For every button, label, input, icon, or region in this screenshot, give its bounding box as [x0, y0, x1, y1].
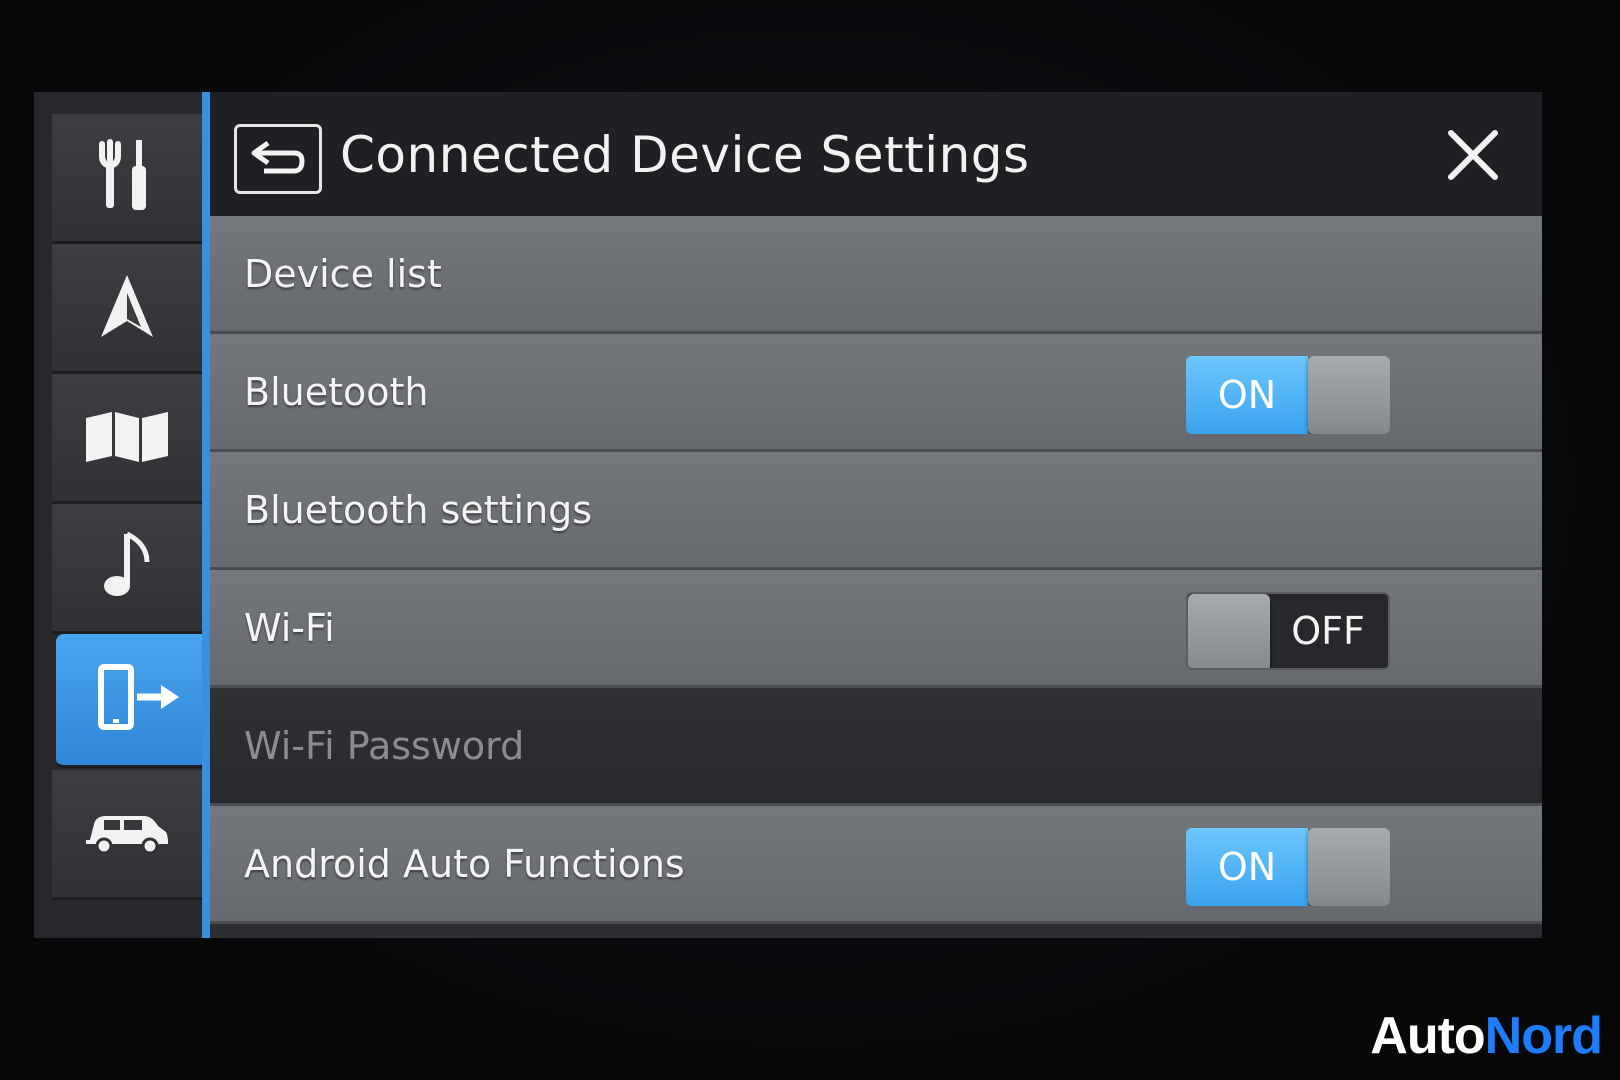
connected-device-icon [95, 663, 185, 737]
bluetooth-toggle[interactable]: ON [1186, 356, 1390, 434]
wifi-toggle[interactable]: OFF [1186, 592, 1390, 670]
music-note-icon [99, 530, 155, 606]
row-label: Wi-Fi Password [244, 724, 525, 768]
back-arrow-icon [248, 137, 308, 181]
wifi-row[interactable]: Wi-Fi OFF [210, 570, 1542, 688]
bluetooth-row[interactable]: Bluetooth ON [210, 334, 1542, 452]
toggle-knob [1308, 356, 1390, 434]
navigation-arrow-icon [97, 271, 157, 345]
page-title: Connected Device Settings [340, 126, 1030, 184]
infotainment-screen: Connected Device Settings Device list Bl… [34, 92, 1542, 938]
rail-connected-devices-button[interactable] [56, 634, 224, 768]
close-icon [1445, 127, 1501, 187]
autonord-watermark: AutoNord [1370, 1006, 1603, 1066]
left-rail [34, 92, 224, 938]
device-list-row[interactable]: Device list [210, 216, 1542, 334]
toggle-state-label: ON [1186, 828, 1308, 906]
rail-vehicle-button[interactable] [52, 770, 202, 900]
android-auto-toggle[interactable]: ON [1186, 828, 1390, 906]
android-auto-row[interactable]: Android Auto Functions ON [210, 806, 1542, 924]
toggle-knob [1188, 594, 1270, 668]
wifi-password-row: Wi-Fi Password [210, 688, 1542, 806]
row-label: Bluetooth settings [244, 488, 593, 532]
close-button[interactable] [1440, 124, 1506, 190]
watermark-part-1: Auto [1370, 1007, 1485, 1065]
rail-tools-button[interactable] [52, 114, 202, 244]
toggle-state-label: OFF [1291, 609, 1365, 653]
back-button[interactable] [234, 124, 322, 194]
bluetooth-settings-row[interactable]: Bluetooth settings [210, 452, 1542, 570]
row-label: Device list [244, 252, 442, 296]
watermark-part-2: Nord [1484, 1007, 1603, 1065]
header-bar: Connected Device Settings [210, 92, 1542, 216]
row-label: Bluetooth [244, 370, 429, 414]
row-label: Android Auto Functions [244, 842, 685, 886]
settings-list: Device list Bluetooth ON Bluetooth setti… [210, 216, 1542, 938]
map-icon [84, 408, 170, 468]
tools-icon [92, 136, 162, 220]
rail-accent-bar [202, 92, 210, 938]
rail-navigation-button[interactable] [52, 244, 202, 374]
toggle-knob [1308, 828, 1390, 906]
row-label: Wi-Fi [244, 606, 335, 650]
rail-map-button[interactable] [52, 374, 202, 504]
car-icon [84, 810, 170, 858]
toggle-state-label: ON [1186, 356, 1308, 434]
rail-audio-button[interactable] [52, 504, 202, 634]
